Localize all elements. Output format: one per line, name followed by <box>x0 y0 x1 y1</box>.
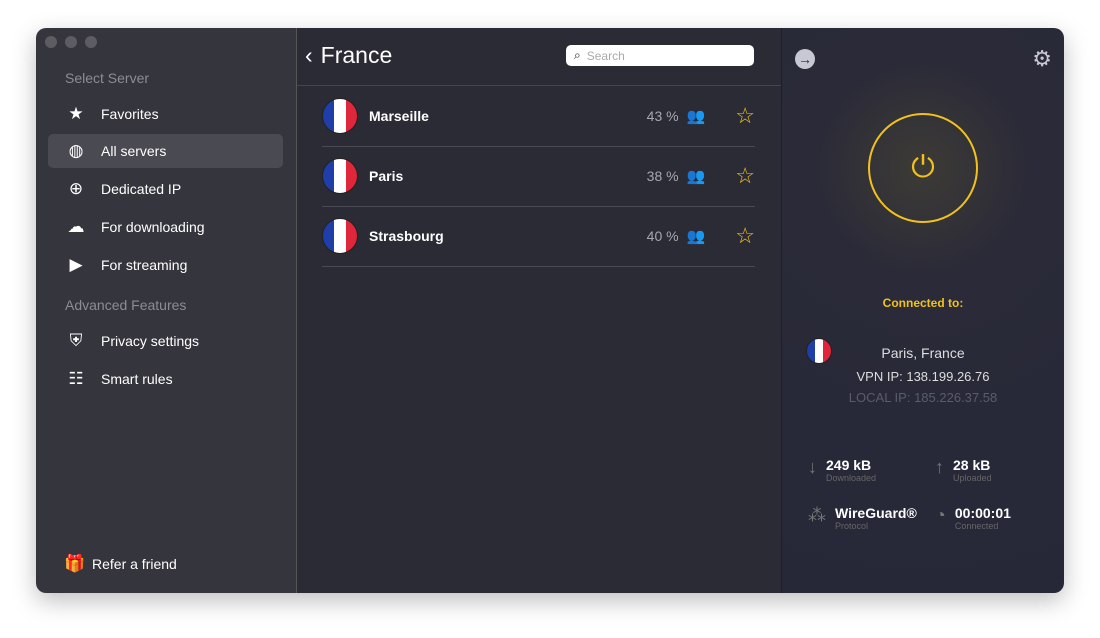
upload-stat: ↑ 28 kB Uploaded <box>935 457 992 483</box>
minimize-button[interactable] <box>65 36 77 48</box>
play-screen-icon: ▶ <box>69 255 83 274</box>
france-flag-icon <box>322 218 358 254</box>
label: Dedicated IP <box>101 181 182 197</box>
server-city: Strasbourg <box>369 228 444 244</box>
time-value: 00:00:01 <box>954 505 1011 521</box>
server-city: Marseille <box>369 108 429 124</box>
app-window: Select Server ★ Favorites ◍ All servers ⊕ D… <box>36 28 1064 593</box>
server-row[interactable]: Strasbourg 40 % 👥 ☆ <box>322 206 755 267</box>
protocol-label: Protocol <box>835 521 869 531</box>
section-advanced: Advanced Features <box>65 297 187 313</box>
server-city: Paris <box>369 168 404 184</box>
connection-panel: → ⚙ ⏻ Connected to: Paris, France VPN IP… <box>782 28 1064 593</box>
sidebar-item-favorites[interactable]: ★ Favorites <box>48 97 283 131</box>
download-stat: ↓ 249 kB Downloaded <box>808 457 876 483</box>
server-load: 38 % <box>646 168 679 184</box>
sidebar-item-all-servers[interactable]: ◍ All servers <box>48 134 283 168</box>
downloaded-value: 249 kB <box>826 457 872 473</box>
uploaded-value: 28 kB <box>953 457 991 473</box>
sidebar-item-downloading[interactable]: ☁ For downloading <box>48 210 283 244</box>
users-icon: 👥 <box>686 228 706 245</box>
label: Favorites <box>101 106 159 122</box>
vpn-ip: VPN IP: 138.199.26.76 <box>856 369 990 384</box>
arrow-up-icon: ↑ <box>935 457 944 477</box>
users-icon: 👥 <box>686 168 706 185</box>
label: Refer a friend <box>92 556 177 572</box>
search-icon: ⌕ <box>574 48 581 62</box>
cloud-download-icon: ☁ <box>67 217 85 236</box>
downloaded-label: Downloaded <box>826 473 877 483</box>
server-list-panel: ‹ France ⌕ Search Marseille 43 % 👥 ☆ Paris 38 … <box>297 28 782 593</box>
rules-icon: ☷ <box>68 369 84 388</box>
star-icon: ★ <box>68 104 84 123</box>
section-select-server: Select Server <box>65 70 150 86</box>
refer-friend-button[interactable]: 🎁 Refer a friend <box>48 547 283 581</box>
local-ip: LOCAL IP: 185.226.37.58 <box>848 390 998 405</box>
server-row[interactable]: Paris 38 % 👥 ☆ <box>322 146 755 207</box>
uploaded-label: Uploaded <box>953 473 992 483</box>
server-load: 43 % <box>646 108 679 124</box>
globe-icon: ◍ <box>68 141 84 160</box>
favorite-star-icon[interactable]: ☆ <box>735 103 755 129</box>
label: For downloading <box>101 219 205 235</box>
search-placeholder: Search <box>586 48 625 63</box>
sidebar: Select Server ★ Favorites ◍ All servers ⊕ D… <box>36 28 297 593</box>
label: Smart rules <box>101 371 173 387</box>
connected-label: Connected to: <box>882 296 964 310</box>
server-load: 40 % <box>646 228 679 244</box>
label: All servers <box>101 143 167 159</box>
label: Privacy settings <box>101 333 200 349</box>
france-flag-icon <box>322 158 358 194</box>
power-button[interactable]: ⏻ <box>868 113 978 223</box>
timer-icon: ◔ <box>935 505 946 525</box>
search-input[interactable]: ⌕ Search <box>566 45 754 66</box>
server-row[interactable]: Marseille 43 % 👥 ☆ <box>322 86 755 147</box>
favorite-star-icon[interactable]: ☆ <box>735 163 755 189</box>
sidebar-item-smart-rules[interactable]: ☷ Smart rules <box>48 362 283 396</box>
shield-icon: ⛨ <box>69 331 83 350</box>
protocol-icon: ⁂ <box>808 505 826 525</box>
favorite-star-icon[interactable]: ☆ <box>735 223 755 249</box>
sidebar-item-privacy[interactable]: ⛨ Privacy settings <box>48 324 283 358</box>
globe-pin-icon: ⊕ <box>68 179 84 198</box>
arrow-down-icon: ↓ <box>808 457 817 477</box>
users-icon: 👥 <box>686 108 706 125</box>
window-controls[interactable] <box>45 36 97 48</box>
close-button[interactable] <box>45 36 57 48</box>
power-icon: ⏻ <box>911 151 935 184</box>
collapse-arrow-icon[interactable]: → <box>795 49 815 69</box>
time-stat: ◔ 00:00:01 Connected <box>935 505 1011 531</box>
protocol-value: WireGuard® <box>835 505 917 521</box>
time-label: Connected <box>954 521 999 531</box>
sidebar-item-streaming[interactable]: ▶ For streaming <box>48 248 283 282</box>
protocol-stat: ⁂ WireGuard® Protocol <box>808 505 917 531</box>
sidebar-item-dedicated-ip[interactable]: ⊕ Dedicated IP <box>48 172 283 206</box>
connected-location: Paris, France <box>881 345 965 361</box>
back-chevron-icon[interactable]: ‹ <box>305 42 313 69</box>
gear-icon[interactable]: ⚙ <box>1032 46 1052 72</box>
france-flag-icon <box>322 98 358 134</box>
gift-icon: 🎁 <box>64 554 86 573</box>
label: For streaming <box>101 257 188 273</box>
zoom-button[interactable] <box>85 36 97 48</box>
page-title: France <box>320 42 393 68</box>
